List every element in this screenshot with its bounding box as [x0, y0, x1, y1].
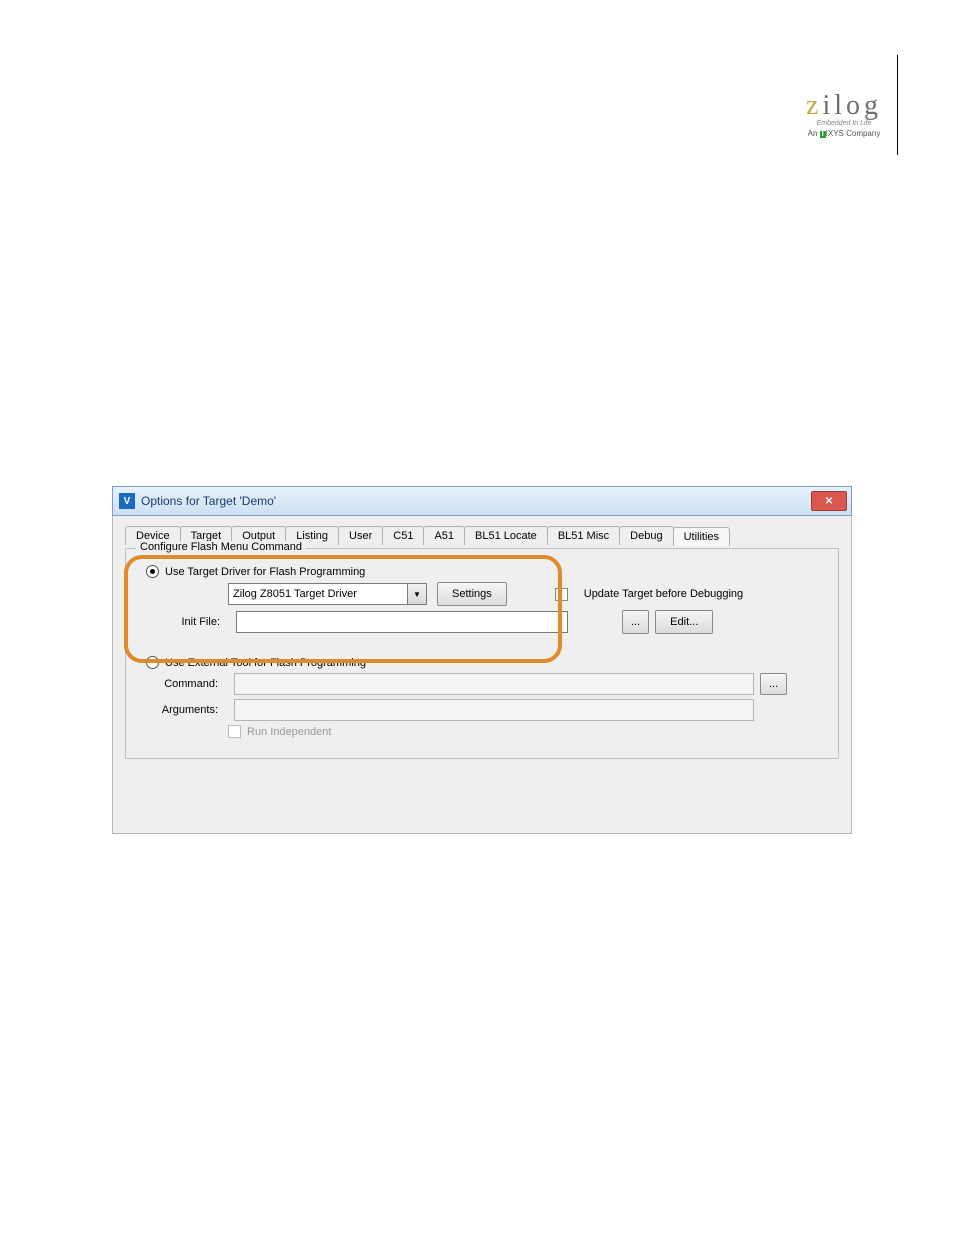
target-driver-dropdown[interactable]: ▼	[228, 583, 427, 605]
run-independent-checkbox	[228, 725, 241, 738]
logo-letter-z: z	[806, 90, 822, 121]
tab-c51[interactable]: C51	[382, 526, 424, 545]
radio-use-external-tool[interactable]	[146, 656, 159, 669]
tab-a51[interactable]: A51	[423, 526, 465, 545]
page-side-rule	[897, 55, 898, 155]
close-button[interactable]: ✕	[811, 491, 847, 511]
title-bar: V Options for Target 'Demo' ✕	[112, 486, 852, 516]
command-input[interactable]	[234, 673, 754, 695]
command-browse-button[interactable]: ...	[760, 673, 787, 695]
target-driver-value[interactable]	[229, 585, 407, 603]
update-target-checkbox[interactable]	[555, 588, 568, 601]
arguments-input[interactable]	[234, 699, 754, 721]
tab-bl51-locate[interactable]: BL51 Locate	[464, 526, 548, 545]
group-legend: Configure Flash Menu Command	[136, 541, 306, 553]
dialog-body: Device Target Output Listing User C51 A5…	[112, 516, 852, 834]
tab-utilities[interactable]: Utilities	[673, 527, 730, 546]
init-file-input[interactable]	[236, 611, 568, 633]
radio-use-external-tool-label: Use External Tool for Flash Programming	[165, 657, 366, 669]
logo-tagline: Embedded In Life	[806, 120, 882, 127]
radio-use-target-driver[interactable]	[146, 565, 159, 578]
logo-ixys-prefix: An	[808, 129, 818, 138]
dialog-title: Options for Target 'Demo'	[141, 494, 276, 508]
arguments-label: Arguments:	[158, 704, 218, 716]
app-icon: V	[119, 493, 135, 509]
radio-use-target-driver-label: Use Target Driver for Flash Programming	[165, 566, 365, 578]
chevron-down-icon[interactable]: ▼	[407, 584, 426, 604]
logo-wordmark: zilog	[806, 90, 882, 122]
tab-user[interactable]: User	[338, 526, 383, 545]
update-target-label: Update Target before Debugging	[584, 588, 743, 600]
logo-ixys-rest: IXYS Company	[826, 129, 881, 138]
close-icon: ✕	[825, 496, 833, 507]
tab-bl51-misc[interactable]: BL51 Misc	[547, 526, 620, 545]
init-edit-button[interactable]: Edit...	[655, 610, 713, 634]
group-configure-flash: Configure Flash Menu Command Use Target …	[125, 548, 839, 759]
logo-company-line: An IIXYS Company	[806, 129, 882, 138]
init-file-label: Init File:	[170, 616, 220, 628]
dialog-screenshot: V Options for Target 'Demo' ✕ Device Tar…	[112, 486, 852, 832]
run-independent-label: Run Independent	[247, 726, 331, 738]
command-label: Command:	[158, 678, 218, 690]
init-browse-button[interactable]: ...	[622, 610, 649, 634]
tab-debug[interactable]: Debug	[619, 526, 673, 545]
logo: zilog Embedded In Life An IIXYS Company	[806, 90, 882, 138]
logo-rest: ilog	[822, 90, 882, 121]
settings-button[interactable]: Settings	[437, 582, 507, 606]
